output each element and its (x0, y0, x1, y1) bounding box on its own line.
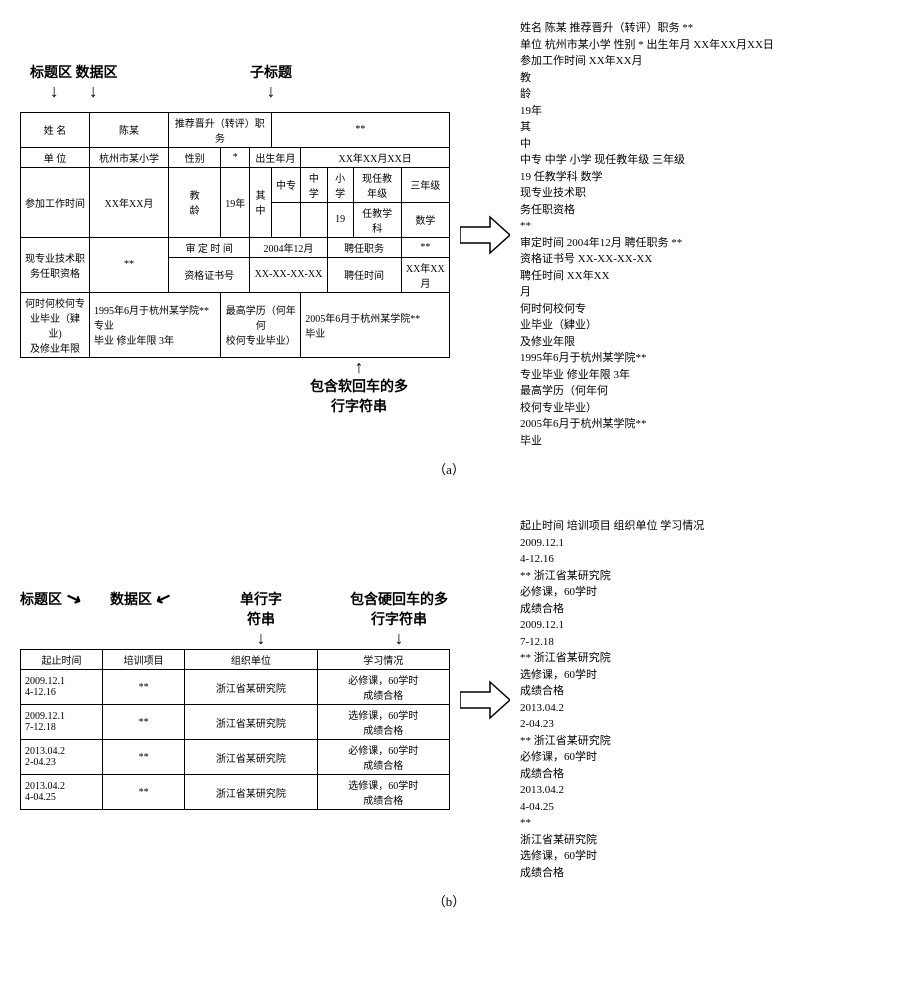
annot-data-area-b: 数据区 ↙ (110, 589, 171, 609)
cell: 起止时间 (21, 650, 103, 670)
cell: 19年 (221, 167, 250, 237)
cell: 2004年12月 (250, 237, 327, 257)
cell: 其 中 (250, 167, 271, 237)
big-arrow-icon (460, 215, 510, 255)
cell: 2009.12.1 7-12.18 (21, 705, 103, 740)
cell: 中学 (301, 167, 327, 202)
cell: 2013.04.2 2-04.23 (21, 740, 103, 775)
cell: 选修课，60学时 成绩合格 (317, 775, 449, 810)
annot-multiline-soft: ↑ 包含软回车的多 行字符串 (310, 358, 408, 416)
arrow-up-icon: ↑ (310, 358, 408, 376)
cell: 单 位 (21, 147, 90, 167)
cell: 任教学科 (353, 202, 401, 237)
cell: * (221, 147, 250, 167)
cell: 中专 (271, 167, 301, 202)
fig-a-label: （a） (20, 459, 878, 478)
cell: 2013.04.2 4-04.25 (21, 775, 103, 810)
cell: 性别 (169, 147, 221, 167)
cell: 2009.12.1 4-12.16 (21, 670, 103, 705)
cell: ** (103, 705, 185, 740)
cell: 何时何校何专 业毕业（肄业) 及修业年限 (21, 292, 90, 357)
annot-title-area: 标题区 数据区 ↓ ↓ (30, 62, 118, 100)
annot-single-line-text: 单行字 符串 (240, 589, 282, 629)
fig-b-label: （b） (20, 891, 878, 910)
fig-a-bottom-annot: ↑ 包含软回车的多 行字符串 (20, 358, 450, 408)
arrow-down-icon: ↓ (250, 82, 292, 100)
cell: 教 龄 (169, 167, 221, 237)
annot-data-area-text: 数据区 (76, 66, 118, 81)
figure-b-row: 标题区 ↘ 数据区 ↙ 单行字 符串 ↓ 包含硬回车的多 行字符串 ↓ (20, 518, 878, 881)
cell: 姓 名 (21, 112, 90, 147)
output-text-b: 起止时间 培训项目 组织单位 学习情况 2009.12.1 4-12.16 **… (520, 518, 704, 881)
cell: 浙江省某研究院 (185, 670, 317, 705)
cell: 学习情况 (317, 650, 449, 670)
annot-multiline-hard-text: 包含硬回车的多 行字符串 (350, 589, 448, 629)
arrow-down-icon: ↘ (63, 587, 83, 609)
cell: 出生年月 (250, 147, 301, 167)
figure-a-left: 标题区 数据区 ↓ ↓ 子标题 ↓ 姓 名 陈某 推荐晋升（转评）职务 ** 单 … (20, 62, 450, 408)
cell: ** (103, 670, 185, 705)
cell: XX-XX-XX-XX (250, 257, 327, 292)
cell: 陈某 (90, 112, 169, 147)
cell: 杭州市某小学 (90, 147, 169, 167)
cell (301, 202, 327, 237)
cell: 浙江省某研究院 (185, 705, 317, 740)
annot-title-area-b-text: 标题区 (20, 593, 62, 608)
cell (271, 202, 301, 237)
annot-title-area-text: 标题区 (30, 66, 72, 81)
cell: XX年XX月 (401, 257, 449, 292)
cell: 聘任时间 (327, 257, 401, 292)
cell: 推荐晋升（转评）职务 (169, 112, 272, 147)
cell: 现专业技术职 务任职资格 (21, 237, 90, 292)
annot-multiline-soft-text: 包含软回车的多 行字符串 (310, 376, 408, 416)
annot-subtitle-text: 子标题 (250, 66, 292, 81)
arrow-down-icon: ↓ (50, 82, 59, 100)
cell: 组织单位 (185, 650, 317, 670)
fig-a-top-annot: 标题区 数据区 ↓ ↓ 子标题 ↓ (20, 62, 450, 112)
arrow-down-icon: ↓ (240, 629, 282, 647)
cell: 必修课，60学时 成绩合格 (317, 740, 449, 775)
form-table-b: 起止时间 培训项目 组织单位 学习情况 2009.12.1 4-12.16 **… (20, 649, 450, 810)
cell: 参加工作时间 (21, 167, 90, 237)
cell: 选修课，60学时 成绩合格 (317, 705, 449, 740)
cell: XX年XX月XX日 (301, 147, 450, 167)
figure-a: 标题区 数据区 ↓ ↓ 子标题 ↓ 姓 名 陈某 推荐晋升（转评）职务 ** 单 … (20, 20, 878, 478)
cell: 三年级 (401, 167, 449, 202)
annot-single-line: 单行字 符串 ↓ (240, 589, 282, 647)
figure-b-left: 标题区 ↘ 数据区 ↙ 单行字 符串 ↓ 包含硬回车的多 行字符串 ↓ (20, 589, 450, 810)
cell: ** (401, 237, 449, 257)
cell: ** (90, 237, 169, 292)
annot-multiline-hard: 包含硬回车的多 行字符串 ↓ (350, 589, 448, 647)
form-table-a: 姓 名 陈某 推荐晋升（转评）职务 ** 单 位 杭州市某小学 性别 * 出生年… (20, 112, 450, 358)
cell: 最高学历（何年何 校何专业毕业） (221, 292, 301, 357)
cell: 数学 (401, 202, 449, 237)
cell: ** (271, 112, 449, 147)
cell: 聘任职务 (327, 237, 401, 257)
arrow-down-icon: ↓ (350, 629, 448, 647)
cell: 培训项目 (103, 650, 185, 670)
annot-data-area-b-text: 数据区 (110, 593, 152, 608)
cell: 现任教年级 (353, 167, 401, 202)
figure-a-row: 标题区 数据区 ↓ ↓ 子标题 ↓ 姓 名 陈某 推荐晋升（转评）职务 ** 单 … (20, 20, 878, 449)
annot-title-area-b: 标题区 ↘ (20, 589, 81, 609)
cell: 19 (327, 202, 353, 237)
cell: ** (103, 740, 185, 775)
figure-b: 标题区 ↘ 数据区 ↙ 单行字 符串 ↓ 包含硬回车的多 行字符串 ↓ (20, 518, 878, 910)
output-text-a: 姓名 陈某 推荐晋升（转评）职务 ** 单位 杭州市某小学 性别 * 出生年月 … (520, 20, 774, 449)
cell: 2005年6月于杭州某学院** 毕业 (301, 292, 450, 357)
cell: 小学 (327, 167, 353, 202)
cell: 审 定 时 间 (169, 237, 250, 257)
cell: 浙江省某研究院 (185, 740, 317, 775)
arrow-down-icon: ↓ (89, 82, 98, 100)
arrow-down-icon: ↙ (153, 587, 173, 609)
big-arrow-icon (460, 680, 510, 720)
fig-b-top-annot: 标题区 ↘ 数据区 ↙ 单行字 符串 ↓ 包含硬回车的多 行字符串 ↓ (20, 589, 450, 649)
cell: XX年XX月 (90, 167, 169, 237)
cell: 资格证书号 (169, 257, 250, 292)
cell: 必修课，60学时 成绩合格 (317, 670, 449, 705)
cell: ** (103, 775, 185, 810)
cell: 1995年6月于杭州某学院**专业 毕业 修业年限 3年 (90, 292, 221, 357)
annot-subtitle: 子标题 ↓ (250, 62, 292, 100)
cell: 浙江省某研究院 (185, 775, 317, 810)
